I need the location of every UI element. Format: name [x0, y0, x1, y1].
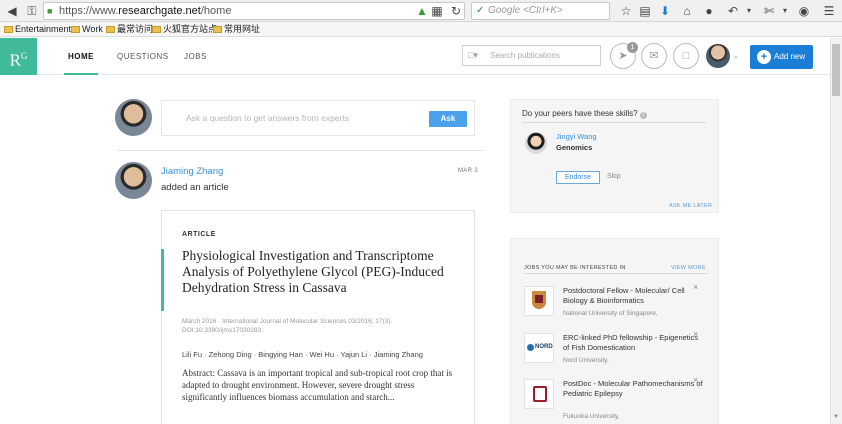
article-abstract: Abstract: Cassava is an important tropic… — [182, 368, 453, 402]
jobs-heading: JOBS YOU MAY BE INTERESTED IN — [524, 265, 626, 271]
post-date: MAR 3 — [458, 168, 478, 174]
url-bar[interactable]: ■ https://www.researchgate.net/home — [43, 2, 465, 20]
skip-link[interactable]: Skip — [607, 173, 621, 180]
scroll-down-icon[interactable]: ▼ — [832, 414, 840, 422]
job-organization: National University of Singapore, — [563, 310, 658, 317]
avatar[interactable] — [706, 44, 730, 68]
browser-search-placeholder: Google <Ctrl+K> — [488, 5, 563, 16]
article-meta: March 2016 · International Journal of Mo… — [182, 317, 472, 335]
bookmark-folder[interactable]: 最常访问 — [106, 22, 153, 37]
close-icon[interactable]: × — [693, 329, 698, 339]
add-new-button[interactable]: + Add new — [750, 45, 813, 69]
document-icon: □▾ — [468, 50, 478, 60]
folder-icon — [4, 26, 13, 33]
skills-panel: Do your peers have these skills? i Jingyi… — [510, 99, 719, 213]
chat-icon[interactable]: ● — [700, 2, 718, 20]
view-more-link[interactable]: VIEW MORE — [671, 265, 706, 271]
university-emblem-icon — [524, 379, 554, 409]
divider — [522, 122, 706, 123]
ask-button[interactable]: Ask — [429, 111, 467, 127]
rg-logo[interactable]: RG — [0, 38, 37, 75]
browser-toolbar: ◀ ⚿ ■ https://www.researchgate.net/home … — [0, 0, 842, 22]
job-item[interactable]: PostDoc - Molecular Pathomechanisms of P… — [524, 375, 714, 423]
reader-icon[interactable]: ▤ — [636, 2, 654, 20]
article-doi: DOI:10.3390/ijms17030283 — [182, 327, 262, 334]
job-organization: Nord University, — [563, 357, 609, 364]
menu-icon[interactable]: ☰ — [820, 2, 838, 20]
undo-dropdown-icon[interactable]: ▾ — [740, 2, 758, 20]
crop-dropdown-icon[interactable]: ▾ — [776, 2, 794, 20]
chevron-down-icon[interactable]: ⌄ — [733, 52, 739, 60]
info-icon[interactable]: i — [639, 112, 647, 119]
jobs-panel: JOBS YOU MAY BE INTERESTED IN VIEW MORE … — [510, 238, 719, 424]
bookmark-folder[interactable]: Entertainment — [4, 22, 71, 37]
ask-question-input[interactable]: Ask a question to get answers from exper… — [186, 113, 349, 123]
comment-icon[interactable]: ◉ — [795, 2, 813, 20]
nav-jobs[interactable]: JOBS — [184, 52, 207, 61]
bookmarks-bar: Entertainment Work 最常访问 火狐官方站点 常用网址 — [0, 22, 842, 37]
close-icon[interactable]: × — [693, 375, 698, 385]
url-prefix: https://www. — [59, 5, 119, 17]
star-icon[interactable]: ☆ — [617, 2, 635, 20]
article-accent-bar — [161, 249, 164, 311]
article-title-link[interactable]: Physiological Investigation and Transcri… — [182, 248, 467, 296]
nav-questions[interactable]: QUESTIONS — [117, 52, 169, 61]
nord-logo: NORD — [524, 333, 554, 363]
plus-icon: + — [757, 50, 771, 64]
author-avatar[interactable] — [115, 162, 152, 199]
publication-search-input[interactable]: □▾ Search publications — [462, 45, 601, 66]
close-icon[interactable]: × — [693, 282, 698, 292]
job-organization: Fukuoka University, — [563, 413, 620, 420]
lock-icon: ■ — [47, 6, 53, 16]
nav-active-indicator — [64, 73, 98, 75]
messages-icon[interactable]: ✉ — [641, 43, 667, 69]
author-name-link[interactable]: Jiaming Zhang — [161, 166, 223, 177]
site-header: RG HOME QUESTIONS JOBS □▾ Search publica… — [0, 38, 830, 75]
endorse-button[interactable]: Endorse — [556, 171, 600, 184]
reload-icon[interactable]: ↻ — [447, 2, 465, 20]
key-icon[interactable]: ⚿ — [23, 2, 41, 20]
bookmark-folder[interactable]: 火狐官方站点 — [152, 22, 217, 37]
questions-icon[interactable]: □ — [673, 43, 699, 69]
job-title-link[interactable]: Postdoctoral Fellow - Molecular/ Cell Bi… — [563, 286, 703, 306]
folder-icon — [213, 26, 222, 33]
peer-name-link[interactable]: Jingyi Wang — [556, 132, 597, 141]
back-icon[interactable]: ◀ — [3, 2, 21, 20]
avatar[interactable] — [115, 99, 152, 136]
browser-search-input[interactable]: ✓ Google <Ctrl+K> — [471, 2, 610, 20]
article-card[interactable]: ARTICLE Physiological Investigation and … — [161, 210, 475, 424]
article-journal: March 2016 · International Journal of Mo… — [182, 318, 393, 325]
bookmark-folder[interactable]: Work — [71, 22, 103, 37]
home-icon[interactable]: ⌂ — [678, 2, 696, 20]
scrollbar-thumb[interactable] — [832, 44, 840, 96]
job-title-link[interactable]: ERC-linked PhD fellowship - Epigenetics … — [563, 333, 703, 353]
search-engine-icon: ✓ — [476, 5, 485, 16]
peer-skill: Genomics — [556, 143, 593, 152]
ask-question-box: Ask a question to get answers from exper… — [161, 100, 475, 136]
qr-icon[interactable]: ▦ — [428, 2, 446, 20]
notification-badge: 1 — [627, 42, 638, 53]
publication-search-placeholder: Search publications — [490, 51, 560, 60]
job-item[interactable]: Postdoctoral Fellow - Molecular/ Cell Bi… — [524, 282, 714, 330]
university-crest-icon — [524, 286, 554, 316]
url-domain: researchgate.net — [118, 5, 201, 17]
folder-icon — [71, 26, 80, 33]
divider — [524, 273, 708, 274]
ask-me-later-link[interactable]: ASK ME LATER — [669, 203, 712, 209]
peer-avatar[interactable] — [525, 132, 547, 154]
download-icon[interactable]: ⬇ — [656, 2, 674, 20]
nav-home[interactable]: HOME — [68, 52, 94, 61]
folder-icon — [106, 26, 115, 33]
url-path: /home — [200, 5, 232, 17]
post-action-text: added an article — [161, 182, 229, 193]
job-title-link[interactable]: PostDoc - Molecular Pathomechanisms of P… — [563, 379, 703, 399]
article-authors: Lili Fu · Zehong Ding · Bingying Han · W… — [182, 350, 423, 359]
article-type-label: ARTICLE — [182, 231, 216, 238]
skills-question: Do your peers have these skills? i — [522, 109, 647, 119]
folder-icon — [152, 26, 161, 33]
feed-divider — [117, 150, 485, 151]
job-item[interactable]: NORD ERC-linked PhD fellowship - Epigene… — [524, 329, 714, 377]
bookmark-folder[interactable]: 常用网址 — [213, 22, 260, 37]
